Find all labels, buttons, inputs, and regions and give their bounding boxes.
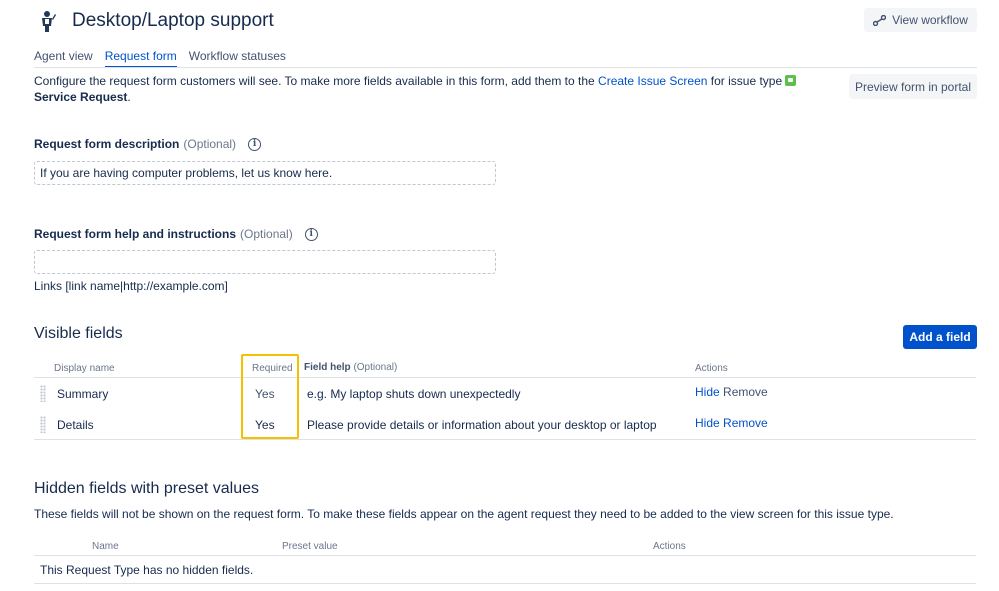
tab-bar: Agent view Request form Workflow statuse… <box>34 44 286 68</box>
tab-request-form[interactable]: Request form <box>104 44 177 68</box>
page-title: Desktop/Laptop support <box>72 10 274 31</box>
intro-text-middle: for issue type <box>710 74 783 88</box>
tab-agent-view[interactable]: Agent view <box>34 44 93 68</box>
workflow-icon <box>873 14 887 26</box>
required-column-highlight <box>241 354 299 439</box>
remove-link[interactable]: Remove <box>723 416 768 430</box>
description-input[interactable]: If you are having computer problems, let… <box>34 161 496 185</box>
info-icon[interactable]: i <box>248 137 262 151</box>
field-help[interactable]: e.g. My laptop shuts down unexpectedly <box>307 387 520 401</box>
column-display-name: Display name <box>54 363 115 374</box>
drag-handle[interactable] <box>40 385 46 402</box>
intro-text: Configure the request form customers wil… <box>34 73 824 105</box>
project-avatar-icon <box>42 11 56 32</box>
add-field-button[interactable]: Add a field <box>903 325 977 349</box>
info-icon[interactable]: i <box>304 227 318 241</box>
hidden-table-header-divider <box>34 555 976 556</box>
hide-link[interactable]: Hide <box>695 416 720 430</box>
field-name: Details <box>57 418 94 432</box>
issue-type-name: Service Request <box>34 90 128 104</box>
remove-link[interactable]: Remove <box>723 385 768 399</box>
help-hint: Links [link name|http://example.com] <box>34 279 228 293</box>
hidden-table-bottom-divider <box>34 583 976 584</box>
view-workflow-label: View workflow <box>892 13 968 27</box>
column-field-help-optional: (Optional) <box>353 362 398 373</box>
service-request-icon <box>785 75 797 86</box>
hide-link[interactable]: Hide <box>695 385 720 399</box>
preview-form-button[interactable]: Preview form in portal <box>849 74 977 99</box>
column-actions: Actions <box>653 541 686 552</box>
field-help[interactable]: Please provide details or information ab… <box>307 418 657 432</box>
table-bottom-divider <box>34 439 976 440</box>
column-actions: Actions <box>695 363 728 374</box>
drag-handle[interactable] <box>40 416 46 433</box>
tabs-divider <box>34 67 977 68</box>
description-label: Request form description (Optional) i <box>34 137 262 151</box>
column-name: Name <box>92 541 119 552</box>
hidden-fields-title: Hidden fields with preset values <box>34 480 260 497</box>
column-field-help-label: Field help <box>304 362 351 373</box>
row-actions: Hide Remove <box>695 385 768 399</box>
row-actions: Hide Remove <box>695 416 768 430</box>
tab-workflow-statuses[interactable]: Workflow statuses <box>189 44 286 68</box>
column-field-help: Field help (Optional) <box>304 362 397 373</box>
view-workflow-button[interactable]: View workflow <box>864 8 977 32</box>
visible-fields-title: Visible fields <box>34 325 123 342</box>
intro-text-start: Configure the request form customers wil… <box>34 74 595 88</box>
create-issue-screen-link[interactable]: Create Issue Screen <box>598 74 707 88</box>
description-optional: (Optional) <box>183 137 237 151</box>
help-label-text: Request form help and instructions <box>34 227 237 241</box>
intro-period: . <box>127 90 131 104</box>
help-input[interactable] <box>34 250 496 274</box>
column-preset-value: Preset value <box>282 541 338 552</box>
hidden-fields-description: These fields will not be shown on the re… <box>34 507 894 521</box>
table-header-divider <box>34 377 976 378</box>
help-label: Request form help and instructions (Opti… <box>34 227 318 241</box>
description-label-text: Request form description <box>34 137 180 151</box>
hidden-fields-empty: This Request Type has no hidden fields. <box>40 563 254 577</box>
help-optional: (Optional) <box>240 227 293 241</box>
field-name: Summary <box>57 387 109 401</box>
